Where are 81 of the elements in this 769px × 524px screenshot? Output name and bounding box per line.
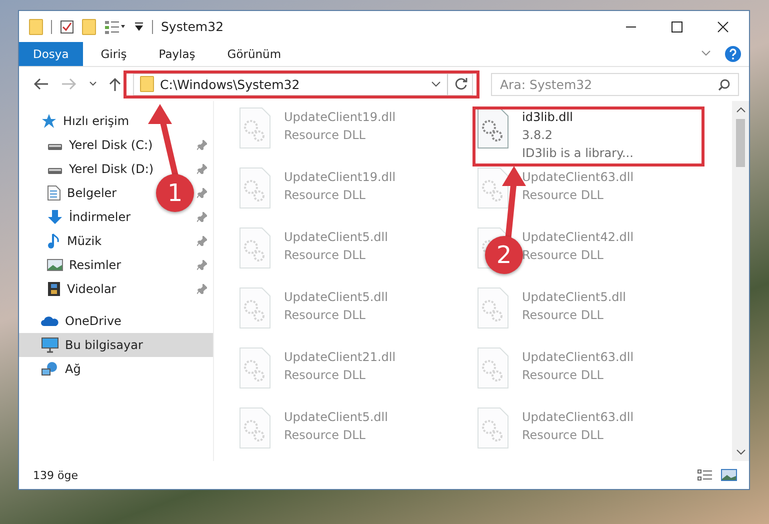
file-detail: Resource DLL [522,247,604,264]
down-arrow-icon [47,209,63,225]
pin-icon[interactable] [197,212,207,222]
sidebar-item[interactable]: Belgeler [47,185,117,201]
sidebar-item[interactable]: Resimler [47,258,122,272]
dll-file-icon [476,347,510,389]
scrollbar-thumb[interactable] [736,119,745,167]
pin-icon[interactable] [197,284,207,294]
cloud-icon [41,315,59,327]
dll-file-icon [476,287,510,329]
sidebar-item[interactable]: Yerel Disk (C:) [47,138,153,152]
window-title: System32 [161,19,224,34]
scroll-up-icon[interactable] [736,107,746,113]
sidebar-item[interactable]: Yerel Disk (D:) [47,162,154,176]
dropdown-caret-icon[interactable] [431,81,441,87]
pin-icon[interactable] [197,140,207,150]
up-arrow-icon[interactable] [109,77,121,91]
scroll-down-icon[interactable] [736,449,746,455]
file-detail: Resource DLL [522,307,604,324]
sidebar-item[interactable]: İndirmeler [47,209,131,225]
pin-icon[interactable] [197,164,207,174]
dll-file-icon [476,167,510,209]
folder-icon [140,76,154,92]
large-icons-view-icon[interactable] [721,469,737,481]
file-name[interactable]: id3lib.dll [522,108,634,126]
dll-file-icon [238,407,272,449]
file-detail: Resource DLL [522,367,604,384]
dll-file-icon [238,287,272,329]
pin-icon[interactable] [197,260,207,270]
pin-icon[interactable] [197,236,207,246]
dll-file-icon [476,107,510,149]
pin-icon[interactable] [197,188,207,198]
expand-ribbon-icon[interactable] [701,50,711,58]
sidebar-item[interactable]: Bu bilgisayar [19,333,213,357]
dll-file-icon [238,347,272,389]
ribbon-tab[interactable]: Paylaş [144,42,210,66]
file-detail: Resource DLL [522,187,604,204]
sidebar-item[interactable]: Hızlı erişim [19,109,213,133]
properties-icon[interactable] [60,20,74,34]
back-arrow-icon[interactable] [33,78,49,90]
network-globe-icon [41,361,59,377]
dll-file-icon [238,167,272,209]
address-path: C:\Windows\System32 [160,76,301,92]
star-icon [41,113,57,129]
picture-icon [47,258,63,272]
file-detail: Resource DLL [284,307,366,324]
maximize-icon[interactable] [671,20,683,32]
sidebar-item[interactable]: Müzik [47,233,102,249]
file-detail: Resource DLL [284,367,366,384]
customize-caret-icon[interactable] [134,22,144,32]
dll-file-icon [476,407,510,449]
file-detail: Resource DLL [284,247,366,264]
file-detail: ID3lib is a library... [522,145,634,162]
dll-file-icon [238,227,272,269]
view-dropdown-icon[interactable] [104,20,126,34]
item-count: 139 öge [33,468,78,482]
refresh-icon[interactable] [454,77,468,91]
help-icon[interactable] [725,46,741,62]
search-field[interactable]: Ara: System32 [491,72,739,96]
ribbon-tab[interactable]: Giriş [86,42,141,66]
film-icon [47,281,61,297]
computer-icon [41,337,59,353]
file-detail: Resource DLL [284,187,366,204]
sidebar-item[interactable]: Ağ [19,357,213,381]
recent-caret-icon[interactable] [89,81,97,87]
details-view-icon[interactable] [697,469,713,481]
ribbon-tab[interactable]: Dosya [19,42,83,66]
music-note-icon [47,233,61,249]
ribbon-tab[interactable]: Görünüm [213,42,296,66]
file-detail: Resource DLL [284,127,366,144]
search-icon [718,78,730,90]
document-icon [47,185,61,201]
address-bar[interactable]: C:\Windows\System32 [133,72,473,96]
close-icon[interactable] [717,20,729,32]
sidebar-item[interactable]: Videolar [47,281,116,297]
file-detail: 3.8.2 [522,127,554,144]
dll-file-icon [238,107,272,149]
file-detail: Resource DLL [284,427,366,444]
sidebar-item[interactable]: OneDrive [19,309,213,333]
file-detail: Resource DLL [522,427,604,444]
scrollbar[interactable] [732,101,749,461]
